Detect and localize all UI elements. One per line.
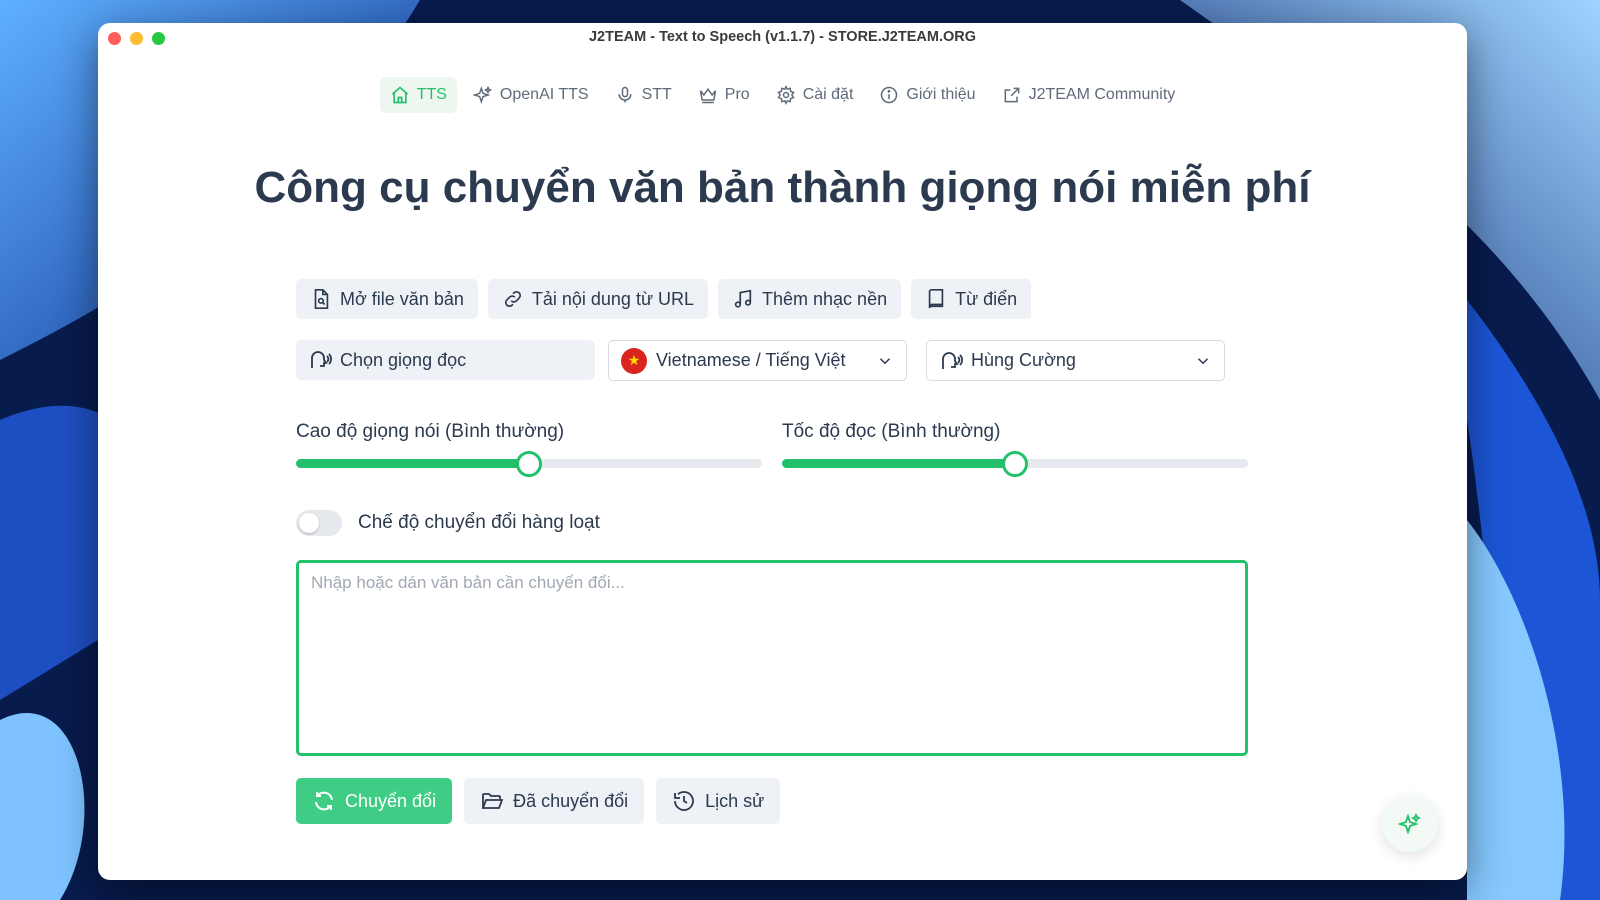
nav-tab-label: OpenAI TTS [499, 86, 589, 103]
nav-link-community[interactable]: J2TEAM Community [992, 77, 1186, 113]
sparkles-icon [472, 85, 493, 105]
chevron-down-icon [879, 357, 891, 364]
open-file-button[interactable]: Mở file văn bản [296, 279, 478, 319]
window-title: J2TEAM - Text to Speech (v1.1.7) - STORE… [588, 29, 977, 45]
title-bar: J2TEAM - Text to Speech (v1.1.7) - STORE… [98, 23, 1467, 53]
speaking-head-icon [942, 351, 963, 369]
nav-tab-label: STT [641, 86, 672, 103]
nav-tab-label: J2TEAM Community [1028, 86, 1176, 103]
vietnam-flag-icon: ★ [621, 347, 647, 374]
text-input[interactable] [296, 560, 1248, 756]
toggle-knob [299, 513, 319, 533]
main-nav: TTS OpenAI TTS STT Pro Cài đặt Giới thiệ… [98, 77, 1467, 113]
speed-slider-fill [782, 459, 1015, 468]
language-select[interactable]: ★ Vietnamese / Tiếng Việt [608, 340, 907, 381]
page-title: Công cụ chuyển văn bản thành giọng nói m… [254, 163, 1311, 212]
music-note-icon [734, 289, 752, 308]
history-icon [674, 791, 694, 811]
app-window: J2TEAM - Text to Speech (v1.1.7) - STORE… [98, 23, 1467, 880]
converted-files-button[interactable]: Đã chuyển đổi [464, 778, 645, 824]
crown-icon [699, 87, 717, 104]
history-button[interactable]: Lịch sử [656, 778, 781, 824]
add-music-button[interactable]: Thêm nhạc nền [718, 279, 902, 319]
pitch-slider[interactable] [296, 451, 762, 477]
action-bar: Chuyển đổi Đã chuyển đổi Lịch sử [296, 778, 781, 824]
link-icon [504, 290, 521, 308]
external-link-icon [1004, 87, 1019, 103]
speed-slider[interactable] [782, 451, 1248, 477]
ai-assist-button[interactable] [1382, 796, 1438, 852]
voice-selection-label: Chọn giọng đọc [296, 340, 595, 380]
nav-tab-label: TTS [416, 86, 447, 103]
speed-slider-handle[interactable] [1002, 451, 1028, 477]
add-music-label: Thêm nhạc nền [762, 288, 888, 309]
speed-label: Tốc độ đọc (Bình thường) [782, 421, 1001, 442]
folder-open-icon [481, 793, 504, 809]
language-value: Vietnamese / Tiếng Việt [656, 350, 846, 370]
voice-label-text: Chọn giọng đọc [340, 349, 467, 370]
nav-tab-pro[interactable]: Pro [688, 77, 760, 113]
batch-mode-label: Chế độ chuyển đổi hàng loạt [358, 512, 600, 533]
converted-label: Đã chuyển đổi [513, 790, 629, 811]
nav-tab-about[interactable]: Giới thiệu [869, 77, 985, 113]
refresh-icon [315, 791, 333, 811]
convert-label: Chuyển đổi [345, 790, 437, 811]
speaker-select[interactable]: Hùng Cường [926, 340, 1225, 381]
input-toolbar: Mở file văn bản Tải nội dung từ URL Thêm… [296, 279, 1032, 319]
nav-tab-label: Cài đặt [802, 86, 854, 103]
info-icon [881, 86, 898, 104]
nav-tab-tts[interactable]: TTS [379, 77, 457, 113]
speaker-value: Hùng Cường [971, 350, 1076, 370]
history-label: Lịch sử [705, 790, 765, 811]
pitch-slider-handle[interactable] [516, 451, 542, 477]
open-file-label: Mở file văn bản [340, 288, 464, 309]
sparkles-icon [1398, 812, 1422, 835]
dictionary-button[interactable]: Từ điển [911, 279, 1032, 319]
home-icon [391, 86, 408, 104]
nav-tab-openai-tts[interactable]: OpenAI TTS [463, 77, 599, 113]
batch-mode-toggle[interactable] [296, 510, 342, 536]
microphone-icon [617, 86, 632, 103]
pitch-label: Cao độ giọng nói (Bình thường) [296, 421, 565, 442]
pitch-slider-fill [296, 459, 529, 468]
nav-tab-stt[interactable]: STT [605, 77, 682, 113]
file-search-icon [314, 289, 329, 309]
gear-icon [777, 85, 795, 105]
dictionary-label: Từ điển [955, 288, 1018, 309]
load-url-label: Tải nội dung từ URL [531, 288, 695, 309]
load-url-button[interactable]: Tải nội dung từ URL [487, 279, 709, 319]
nav-tab-settings[interactable]: Cài đặt [766, 77, 864, 113]
chevron-down-icon [1197, 357, 1209, 364]
book-icon [928, 289, 944, 309]
convert-button[interactable]: Chuyển đổi [296, 778, 453, 824]
nav-tab-label: Giới thiệu [906, 86, 976, 103]
nav-tab-label: Pro [724, 86, 750, 103]
speaking-head-icon [311, 351, 332, 368]
